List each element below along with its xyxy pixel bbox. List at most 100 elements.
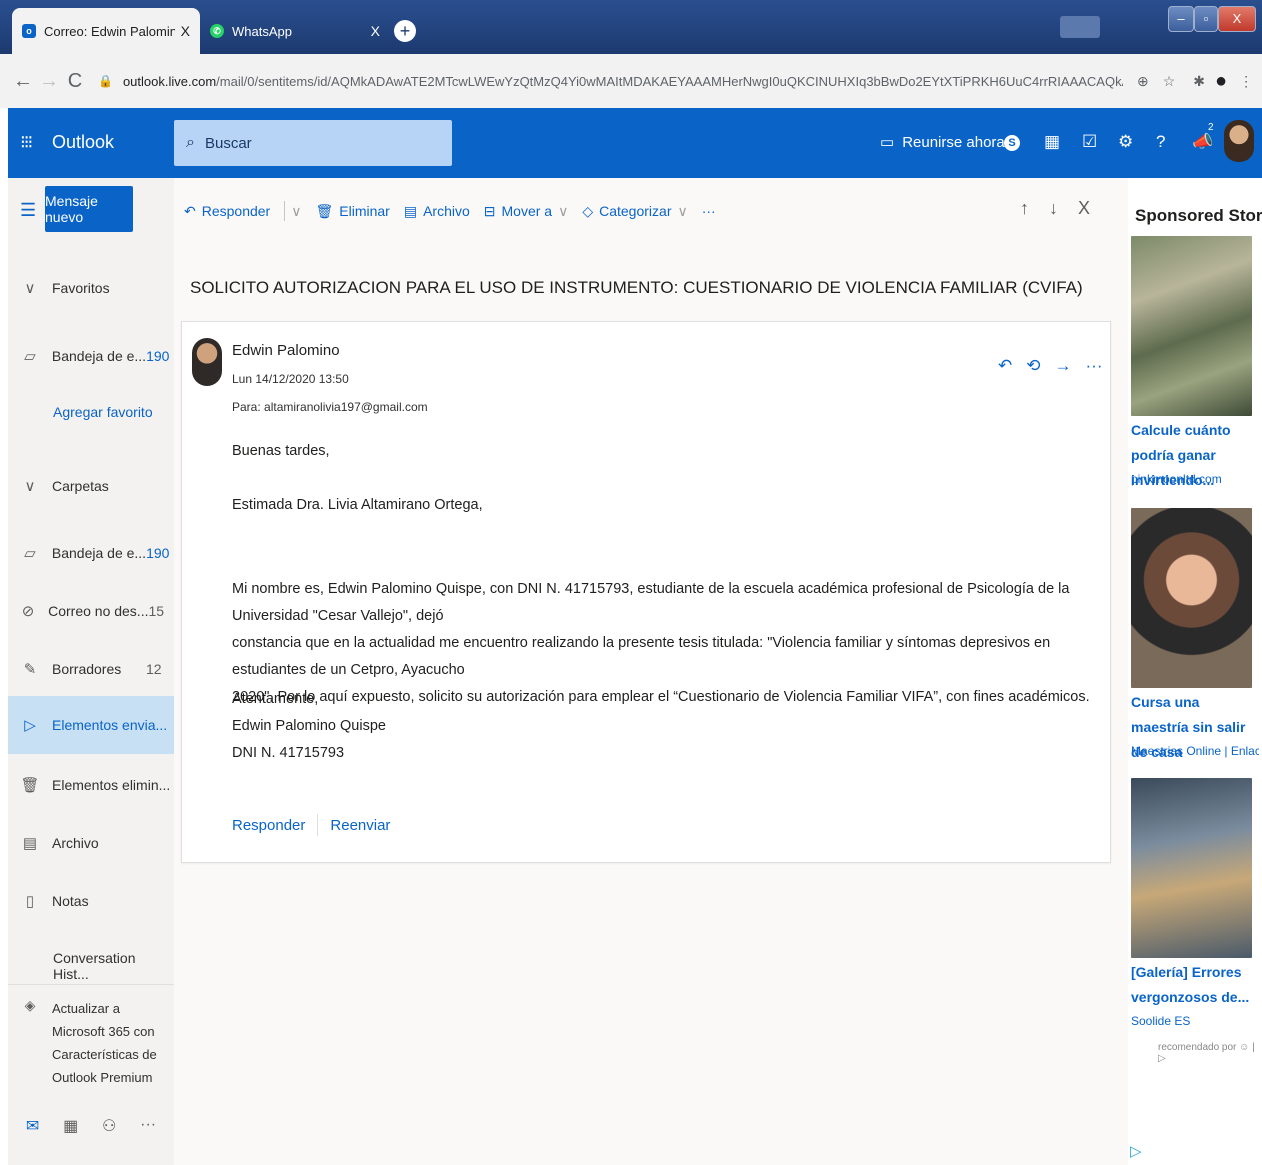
adchoices-icon[interactable]: ▷ (1130, 1142, 1142, 1160)
menu-icon[interactable]: ⋮ (1239, 73, 1253, 90)
calendar-icon[interactable]: ▦ (63, 1116, 78, 1136)
inbox-icon: ▱ (24, 348, 36, 365)
folder-label: Notas (52, 893, 89, 909)
ad-image-graduate[interactable] (1131, 508, 1252, 688)
folder-label: Archivo (52, 835, 99, 851)
new-tab-button[interactable]: + (394, 20, 416, 42)
outlook-brand[interactable]: Outlook (52, 132, 114, 153)
reply-icon[interactable]: ↶ (998, 356, 1012, 376)
extension-icon[interactable]: ⊕ (1137, 73, 1149, 90)
folder-label: Elementos elimin... (52, 777, 171, 793)
app-launcher-icon[interactable]: ⁝⁝⁝ (20, 132, 33, 153)
ad-image-gallery[interactable] (1131, 778, 1252, 958)
reply-button[interactable]: ↶ Responder (184, 203, 270, 220)
note-icon: ▯ (25, 893, 35, 910)
sender-avatar[interactable] (192, 338, 222, 386)
recommended-by[interactable]: recomendado por ☺ | ▷ (1158, 1042, 1262, 1064)
skype-icon[interactable]: S (1004, 135, 1020, 151)
message-date: Lun 14/12/2020 13:50 (232, 372, 349, 386)
favorites-label: Favoritos (52, 280, 110, 296)
forward-icon[interactable]: → (36, 70, 62, 93)
mail-icon[interactable]: ✉ (26, 1116, 39, 1136)
categorize-label: Categorizar (599, 203, 672, 219)
closing-line: Atentamente, (232, 691, 319, 707)
minimize-icon[interactable]: – (1168, 6, 1194, 32)
folder-drafts[interactable]: ✎ Borradores 12 (8, 649, 174, 689)
settings-icon[interactable]: ⚙ (1118, 132, 1133, 152)
item-count: 15 (148, 603, 165, 619)
add-favorite-link[interactable]: Agregar favorito (53, 404, 153, 420)
close-tab-icon[interactable]: X (181, 23, 190, 39)
message-navigation: ↑ ↓ X (1020, 198, 1090, 219)
folders-label: Carpetas (52, 478, 109, 494)
todo-icon[interactable]: ☑ (1082, 132, 1097, 152)
tag-icon: ◇ (582, 202, 594, 219)
tab-whatsapp[interactable]: ✆ WhatsApp X (200, 8, 390, 54)
office-icon[interactable]: ▦ (1044, 132, 1060, 152)
hamburger-icon[interactable]: ☰ (20, 200, 36, 221)
upgrade-line: Actualizar a (52, 1001, 120, 1016)
ad-source[interactable]: Soolide ES (1131, 1014, 1259, 1028)
delete-button[interactable]: 🗑 Eliminar (315, 203, 389, 220)
ad-source[interactable]: pinkmoonltd.com (1131, 472, 1259, 486)
people-icon[interactable]: ⚇ (102, 1116, 116, 1136)
account-icon[interactable]: ● (1215, 70, 1227, 93)
folder-inbox[interactable]: ▱ Bandeja de e... 190 (8, 533, 174, 573)
recipient-email[interactable]: altamiranolivia197@gmail.com (264, 400, 428, 414)
arrow-down-icon[interactable]: ↓ (1049, 198, 1058, 219)
ad-image-money[interactable] (1131, 236, 1252, 416)
folder-label: Borradores (52, 661, 122, 677)
arrow-up-icon[interactable]: ↑ (1020, 198, 1029, 219)
new-message-button[interactable]: Mensaje nuevo (45, 186, 133, 232)
ad-source[interactable]: Maestrias Online | Enlaces ... (1131, 744, 1259, 758)
back-icon[interactable]: ← (10, 70, 36, 93)
favorites-header[interactable]: ∨ Favoritos (8, 268, 174, 308)
categorize-button[interactable]: ◇ Categorizar ∨ (582, 203, 687, 220)
address-bar: ← → C 🔒 outlook.live.com/mail/0/sentitem… (0, 54, 1262, 108)
maximize-icon[interactable]: ▫ (1194, 6, 1218, 32)
move-button[interactable]: ⊟ Mover a ∨ (484, 203, 569, 220)
folder-archive[interactable]: ▤ Archivo (8, 823, 174, 863)
star-icon[interactable]: ☆ (1163, 73, 1176, 90)
reply-all-icon[interactable]: ⟲ (1026, 356, 1040, 376)
help-icon[interactable]: ? (1156, 132, 1165, 152)
folders-header[interactable]: ∨ Carpetas (8, 466, 174, 506)
archive-button[interactable]: ▤ Archivo (404, 203, 470, 220)
folder-junk[interactable]: ⊘ Correo no des... 15 (8, 591, 174, 631)
reload-icon[interactable]: C (62, 70, 88, 93)
close-window-icon[interactable]: X (1218, 6, 1256, 32)
close-tab-icon[interactable]: X (371, 23, 380, 39)
more-icon[interactable]: ··· (140, 1116, 156, 1136)
folder-sent[interactable]: ▷ Elementos envia... (8, 696, 174, 754)
pencil-icon: ✎ (23, 661, 37, 678)
puzzle-icon[interactable]: ✱ (1193, 73, 1205, 90)
closing-line: DNI N. 41715793 (232, 745, 345, 761)
megaphone-icon[interactable]: 📣 (1192, 132, 1213, 152)
ad-title[interactable]: [Galería] Errores vergonzosos de... (1131, 960, 1259, 1010)
more-icon[interactable]: ··· (1086, 356, 1103, 376)
item-count: 12 (146, 661, 162, 677)
search-icon: ⌕ (186, 134, 195, 151)
reply-link[interactable]: Responder (232, 817, 305, 834)
more-actions-button[interactable]: ··· (702, 203, 716, 219)
search-input[interactable]: ⌕ Buscar (174, 120, 452, 166)
folder-deleted[interactable]: 🗑 Elementos elimin... (8, 765, 174, 805)
folder-notes[interactable]: ▯ Notas (8, 881, 174, 921)
reply-dropdown-icon[interactable]: ∨ (291, 203, 301, 220)
meet-now-button[interactable]: ▭ Reunirse ahora (880, 133, 1005, 152)
forward-link[interactable]: Reenviar (330, 817, 390, 834)
folder-conversation-history[interactable]: Conversation Hist... (53, 950, 174, 982)
url-field[interactable]: outlook.live.com/mail/0/sentitems/id/AQM… (123, 74, 1123, 89)
signature: Atentamente, Edwin Palomino Quispe DNI N… (232, 686, 386, 767)
avatar[interactable] (1224, 120, 1254, 162)
tab-outlook[interactable]: o Correo: Edwin Palomino - Outloo X (12, 8, 200, 54)
salutation: Estimada Dra. Livia Altamirano Ortega, (232, 497, 483, 513)
upgrade-banner[interactable]: ◈ Actualizar a Microsoft 365 con Caracte… (8, 984, 174, 1089)
archive-icon: ▤ (403, 202, 418, 219)
close-icon[interactable]: X (1078, 198, 1090, 219)
forward-icon[interactable]: → (1055, 356, 1072, 376)
search-placeholder: Buscar (204, 134, 252, 152)
tab-title: WhatsApp (232, 23, 292, 39)
favorite-inbox[interactable]: ▱ Bandeja de e... 190 (8, 336, 174, 376)
sender-name[interactable]: Edwin Palomino (232, 342, 340, 359)
